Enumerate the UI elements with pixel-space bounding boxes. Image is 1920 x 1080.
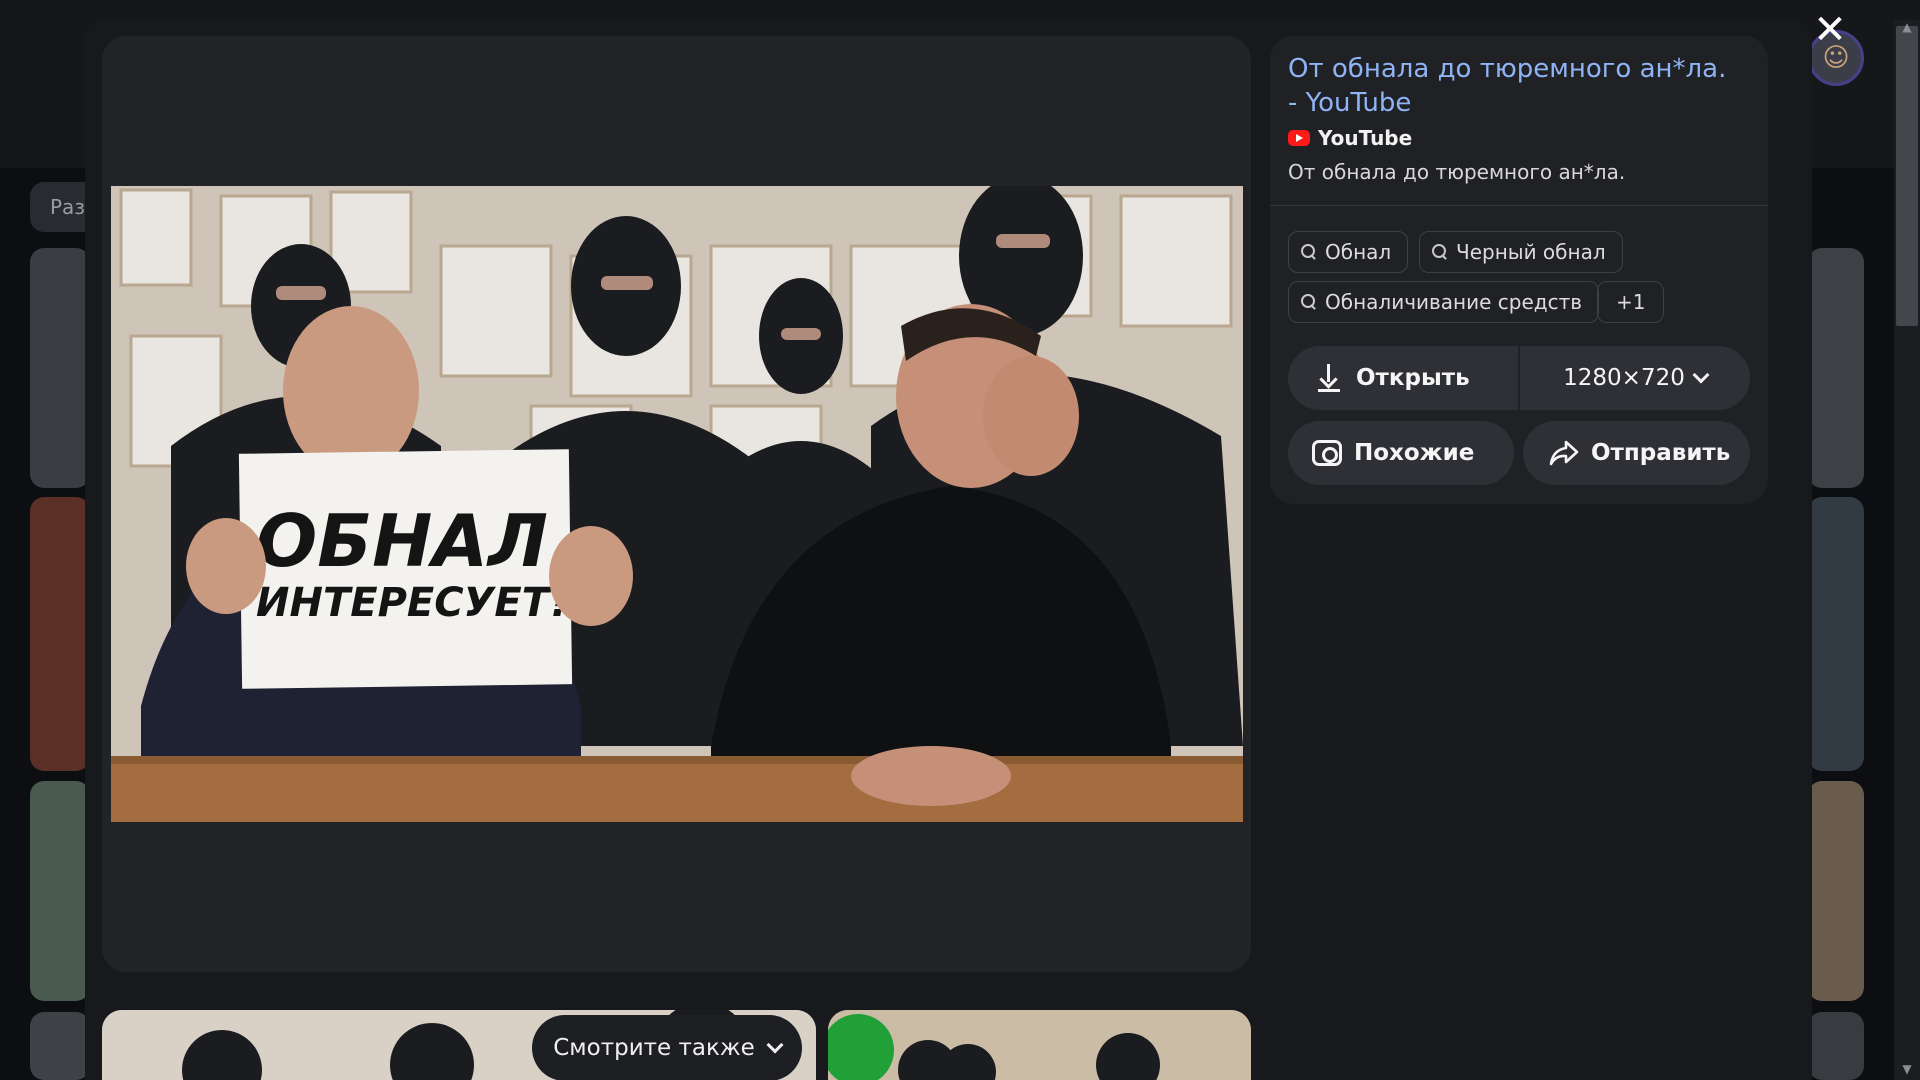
- similar-label: Похожие: [1354, 440, 1475, 466]
- share-icon: [1549, 440, 1579, 466]
- tag-obnal[interactable]: Обнал: [1288, 231, 1409, 273]
- close-icon[interactable]: ✕: [1810, 10, 1850, 50]
- size-select-button[interactable]: 1280×720: [1520, 346, 1750, 410]
- background-tile[interactable]: [30, 781, 90, 1001]
- background-tile[interactable]: [30, 1012, 90, 1080]
- send-button[interactable]: Отправить: [1523, 421, 1750, 485]
- background-tile[interactable]: [30, 497, 90, 771]
- tag-label: Обналичивание средств: [1325, 290, 1583, 314]
- see-also-label: Смотрите также: [553, 1035, 755, 1061]
- search-icon: [1301, 244, 1317, 260]
- open-label: Открыть: [1356, 365, 1470, 391]
- background-tile[interactable]: [1808, 497, 1864, 771]
- tag-more[interactable]: +1: [1597, 281, 1665, 323]
- send-label: Отправить: [1591, 440, 1731, 466]
- tag-cherny-obnal[interactable]: Черный обнал: [1419, 231, 1623, 273]
- page-scrollbar-thumb[interactable]: [1896, 26, 1918, 326]
- tag-obnalichivanie[interactable]: Обналичивание средств: [1288, 281, 1600, 323]
- open-button[interactable]: Открыть: [1288, 346, 1518, 410]
- sign-text-line1: ОБНАЛ: [256, 499, 548, 583]
- tag-label: Обнал: [1325, 240, 1392, 264]
- youtube-icon: [1288, 130, 1310, 146]
- search-icon: [1432, 244, 1448, 260]
- main-image[interactable]: ОБНАЛ ИНТЕРЕСУЕТ?: [111, 186, 1243, 822]
- sign-text-line2: ИНТЕРЕСУЕТ?: [256, 580, 572, 626]
- background-tile[interactable]: [1808, 781, 1864, 1001]
- panel-divider: [1270, 205, 1768, 206]
- chevron-down-icon: [1692, 366, 1710, 384]
- download-icon: [1316, 364, 1342, 392]
- tag-label: +1: [1616, 290, 1646, 314]
- camera-icon: [1312, 440, 1342, 466]
- image-description: От обнала до тюремного ан*ла.: [1288, 160, 1626, 184]
- search-icon: [1301, 294, 1317, 310]
- see-also-button[interactable]: Смотрите также: [532, 1015, 802, 1080]
- image-source-title-link[interactable]: От обнала до тюремного ан*ла. - YouTube: [1288, 52, 1738, 120]
- scroll-up-arrow-icon[interactable]: ▲: [1894, 20, 1920, 36]
- tag-label: Черный обнал: [1456, 240, 1606, 264]
- background-tile[interactable]: [30, 248, 90, 488]
- related-thumbnail[interactable]: [828, 1010, 1251, 1080]
- chevron-down-icon: [766, 1036, 784, 1054]
- source-name: YouTube: [1318, 126, 1413, 150]
- similar-button[interactable]: Похожие: [1288, 421, 1514, 485]
- size-label: 1280×720: [1563, 365, 1685, 391]
- background-tile[interactable]: [1808, 1012, 1864, 1080]
- source-row[interactable]: YouTube: [1288, 126, 1412, 150]
- background-tile[interactable]: [1808, 248, 1864, 488]
- scroll-down-arrow-icon[interactable]: ▼: [1894, 1062, 1920, 1078]
